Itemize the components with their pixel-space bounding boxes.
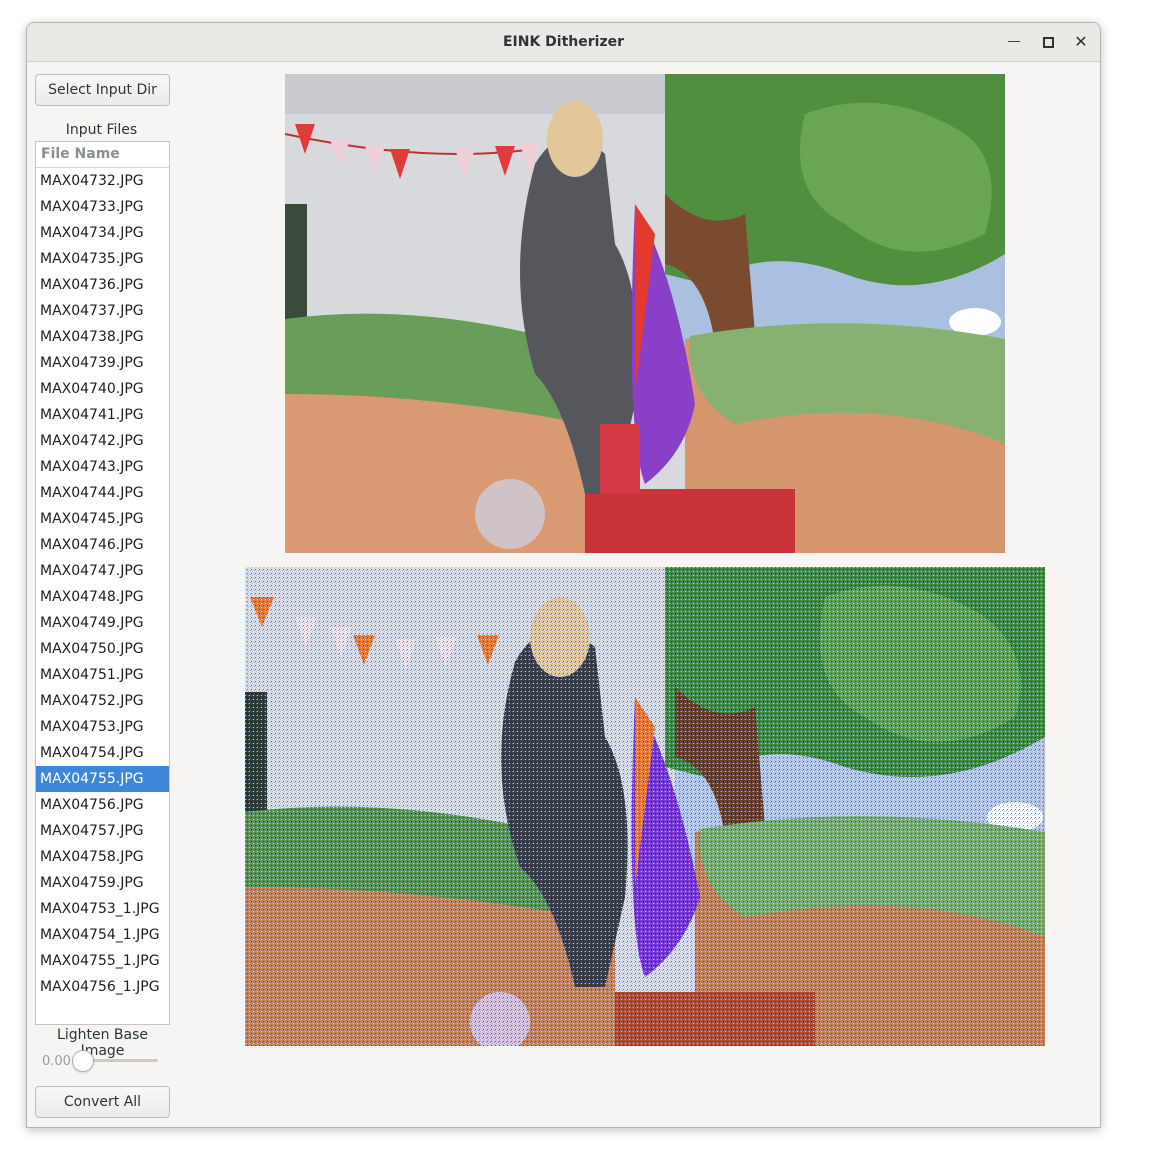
list-item[interactable]: MAX04755_1.JPG: [36, 948, 169, 974]
lighten-value-readout: 0.00: [42, 1054, 71, 1069]
title-bar[interactable]: EINK Ditherizer — ✕: [27, 23, 1100, 62]
list-item[interactable]: MAX04757.JPG: [36, 818, 169, 844]
convert-all-button[interactable]: Convert All: [35, 1086, 170, 1118]
input-files-list[interactable]: File Name MAX04732.JPG MAX04733.JPG MAX047…: [35, 141, 170, 1025]
list-item[interactable]: MAX04744.JPG: [36, 480, 169, 506]
list-item[interactable]: MAX04736.JPG: [36, 272, 169, 298]
list-item[interactable]: MAX04747.JPG: [36, 558, 169, 584]
original-image-preview: [285, 74, 1005, 553]
list-item[interactable]: MAX04732.JPG: [36, 168, 169, 194]
list-item[interactable]: MAX04752.JPG: [36, 688, 169, 714]
list-item[interactable]: MAX04749.JPG: [36, 610, 169, 636]
list-item[interactable]: MAX04746.JPG: [36, 532, 169, 558]
list-item[interactable]: MAX04741.JPG: [36, 402, 169, 428]
list-item[interactable]: MAX04739.JPG: [36, 350, 169, 376]
list-item[interactable]: MAX04753_1.JPG: [36, 896, 169, 922]
list-item[interactable]: MAX04750.JPG: [36, 636, 169, 662]
list-item[interactable]: MAX04755.JPG: [36, 766, 169, 792]
list-item[interactable]: MAX04754.JPG: [36, 740, 169, 766]
dithered-image-preview: [245, 567, 1045, 1046]
list-item[interactable]: MAX04753.JPG: [36, 714, 169, 740]
app-window: EINK Ditherizer — ✕ Select Input Dir Inp…: [26, 22, 1101, 1128]
list-item[interactable]: MAX04756.JPG: [36, 792, 169, 818]
list-item[interactable]: MAX04754_1.JPG: [36, 922, 169, 948]
lighten-slider-handle[interactable]: [72, 1050, 94, 1072]
list-item[interactable]: MAX04745.JPG: [36, 506, 169, 532]
list-item[interactable]: MAX04748.JPG: [36, 584, 169, 610]
file-name-column-header[interactable]: File Name: [36, 142, 169, 168]
list-item[interactable]: MAX04751.JPG: [36, 662, 169, 688]
list-item[interactable]: MAX04740.JPG: [36, 376, 169, 402]
list-item[interactable]: MAX04735.JPG: [36, 246, 169, 272]
input-files-label: Input Files: [65, 122, 138, 138]
maximize-icon[interactable]: [1037, 32, 1059, 52]
list-item[interactable]: MAX04759.JPG: [36, 870, 169, 896]
list-item[interactable]: MAX04733.JPG: [36, 194, 169, 220]
close-icon[interactable]: ✕: [1070, 32, 1092, 52]
list-item[interactable]: MAX04737.JPG: [36, 298, 169, 324]
list-item[interactable]: MAX04756_1.JPG: [36, 974, 169, 1000]
list-item[interactable]: MAX04758.JPG: [36, 844, 169, 870]
list-item[interactable]: MAX04742.JPG: [36, 428, 169, 454]
list-item[interactable]: MAX04738.JPG: [36, 324, 169, 350]
minimize-icon[interactable]: —: [1003, 32, 1025, 52]
window-title: EINK Ditherizer: [502, 34, 625, 50]
select-input-dir-button[interactable]: Select Input Dir: [35, 74, 170, 106]
list-item[interactable]: MAX04734.JPG: [36, 220, 169, 246]
list-item[interactable]: MAX04743.JPG: [36, 454, 169, 480]
